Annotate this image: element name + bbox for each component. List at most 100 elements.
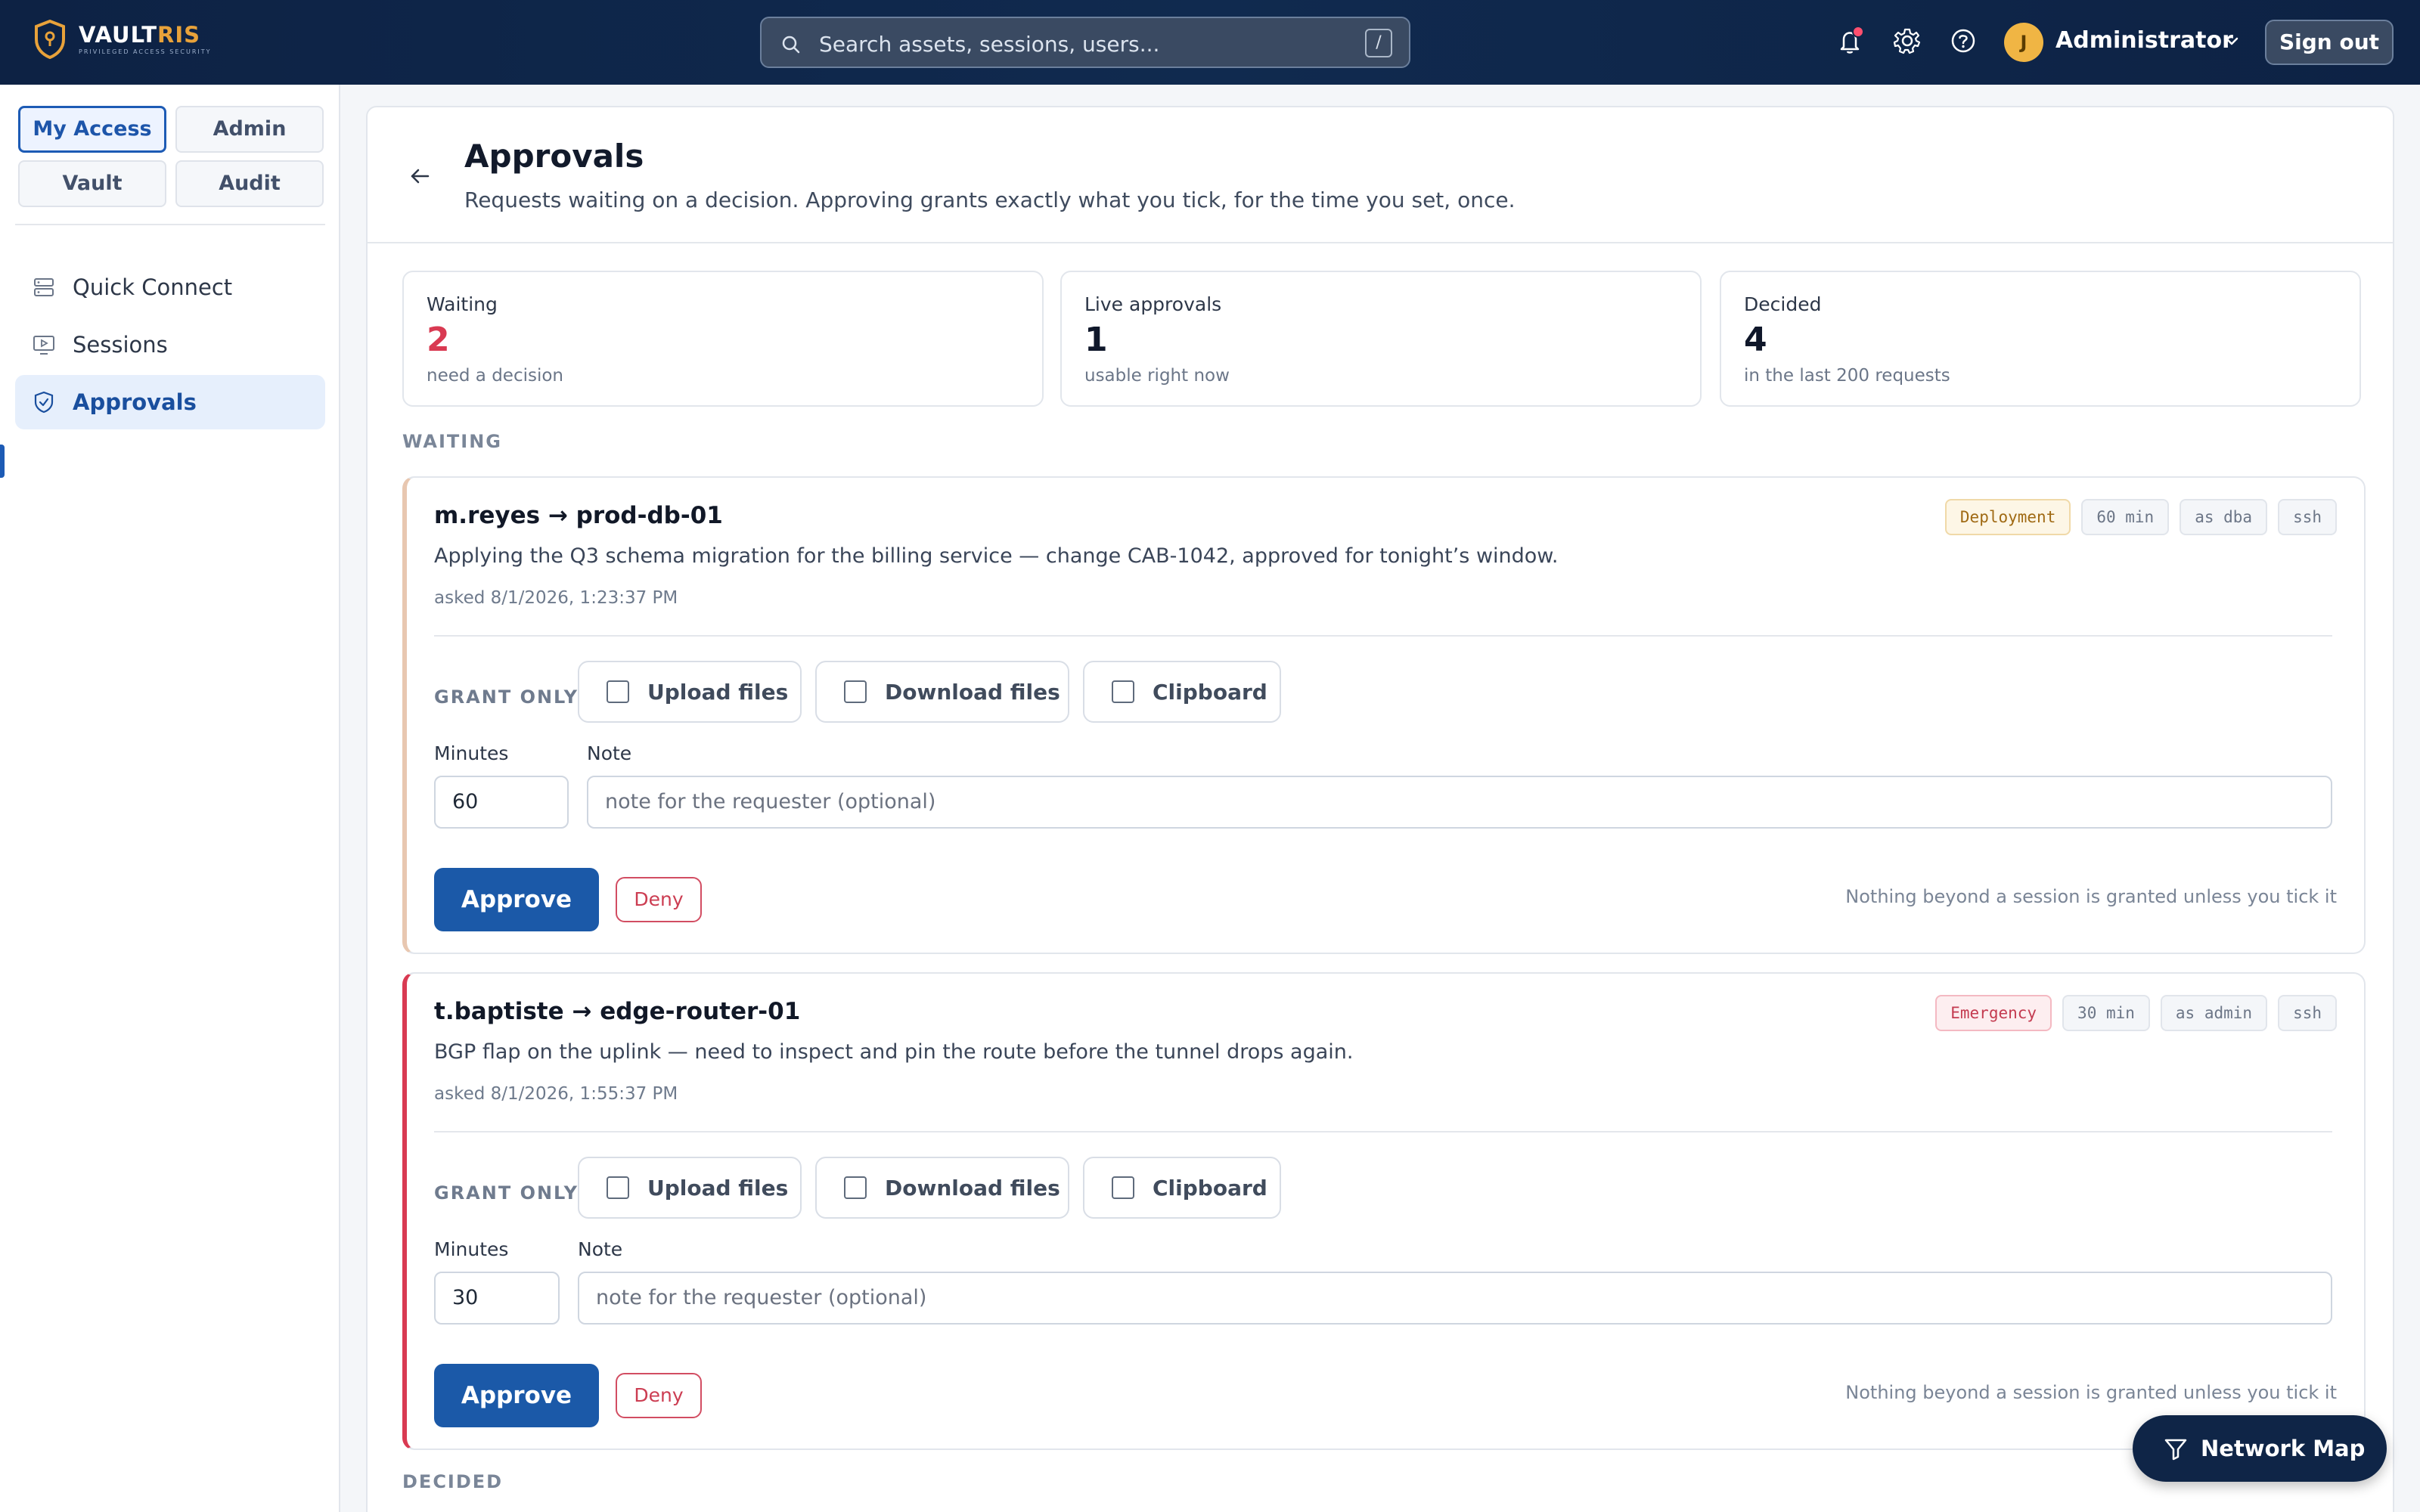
role-badge: as dba: [2180, 499, 2268, 535]
sidebar-item-quick-connect[interactable]: Quick Connect: [15, 260, 325, 314]
notification-dot: [1852, 26, 1864, 38]
checkbox[interactable]: [1112, 680, 1134, 703]
stat-card-live-approvals: Live approvals 1 usable right now: [1060, 271, 1702, 407]
checkbox-label: Clipboard: [1153, 1175, 1267, 1201]
grant-upload-checkbox[interactable]: Upload files: [578, 1157, 802, 1219]
request-reason: BGP flap on the uplink — need to inspect…: [434, 1040, 1354, 1064]
request-title: t.baptiste → edge-router-01: [434, 998, 801, 1025]
stat-value: 1: [1084, 321, 1108, 359]
request-badges: Emergency 30 min as admin ssh: [1935, 995, 2337, 1031]
sidebar-item-sessions[interactable]: Sessions: [15, 318, 325, 372]
stat-caption: need a decision: [427, 366, 564, 386]
shield-check-icon: [30, 389, 57, 416]
server-icon: [30, 274, 57, 301]
minutes-input[interactable]: 60: [434, 776, 569, 829]
request-card: t.baptiste → edge-router-01 Emergency 30…: [402, 972, 2366, 1450]
stat-label: Waiting: [427, 293, 498, 315]
segment-my-access[interactable]: My Access: [18, 106, 166, 153]
stat-card-decided: Decided 4 in the last 200 requests: [1720, 271, 2361, 407]
brand-logo[interactable]: VAULTRIS PRIVILEGED ACCESS SECURITY: [33, 20, 212, 59]
checkbox-label: Upload files: [647, 1175, 789, 1201]
back-arrow-icon[interactable]: [408, 165, 431, 187]
stat-label: Decided: [1744, 293, 1822, 315]
checkbox-label: Download files: [885, 1175, 1060, 1201]
segment-vault[interactable]: Vault: [18, 160, 166, 207]
segment-admin[interactable]: Admin: [175, 106, 324, 153]
request-reason: Applying the Q3 schema migration for the…: [434, 544, 1559, 568]
shield-logo-icon: [35, 20, 65, 59]
checkbox[interactable]: [607, 680, 629, 703]
note-input[interactable]: note for the requester (optional): [587, 776, 2332, 829]
stat-card-waiting: Waiting 2 need a decision: [402, 271, 1044, 407]
minutes-label: Minutes: [434, 1238, 509, 1260]
global-search[interactable]: Search assets, sessions, users... /: [760, 17, 1410, 68]
network-filter-icon: [2164, 1439, 2187, 1461]
stat-value: 4: [1744, 321, 1767, 359]
stat-caption: usable right now: [1084, 366, 1230, 386]
deny-button[interactable]: Deny: [616, 877, 702, 922]
duration-badge: 60 min: [2081, 499, 2170, 535]
minutes-input[interactable]: 30: [434, 1272, 560, 1325]
brand-name: VAULTRIS: [79, 22, 201, 48]
request-badges: Deployment 60 min as dba ssh: [1944, 499, 2337, 535]
protocol-badge: ssh: [2278, 499, 2337, 535]
grant-upload-checkbox[interactable]: Upload files: [578, 661, 802, 723]
search-shortcut-hint: /: [1365, 29, 1392, 57]
reason-badge: Deployment: [1944, 499, 2071, 535]
active-nav-indicator: [0, 445, 5, 478]
stat-label: Live approvals: [1084, 293, 1222, 315]
checkbox-label: Clipboard: [1153, 679, 1267, 705]
approvals-panel: Approvals Requests waiting on a decision…: [366, 106, 2394, 1512]
section-heading-decided: DECIDED: [402, 1471, 504, 1492]
checkbox[interactable]: [1112, 1176, 1134, 1199]
network-map-button[interactable]: Network Map: [2133, 1415, 2387, 1482]
section-heading-waiting: WAITING: [402, 431, 502, 452]
request-card: m.reyes → prod-db-01 Deployment 60 min a…: [402, 476, 2366, 954]
card-divider: [434, 1131, 2332, 1132]
checkbox[interactable]: [607, 1176, 629, 1199]
note-input[interactable]: note for the requester (optional): [578, 1272, 2332, 1325]
stat-value: 2: [427, 321, 450, 359]
note-label: Note: [578, 1238, 623, 1260]
protocol-badge: ssh: [2278, 995, 2337, 1031]
stat-caption: in the last 200 requests: [1744, 366, 1950, 386]
sidebar-item-label: Approvals: [73, 389, 197, 415]
checkbox[interactable]: [844, 680, 867, 703]
checkbox[interactable]: [844, 1176, 867, 1199]
help-icon[interactable]: [1950, 27, 1977, 54]
grant-clipboard-checkbox[interactable]: Clipboard: [1083, 661, 1281, 723]
chevron-down-icon[interactable]: [2223, 33, 2240, 50]
card-divider: [434, 635, 2332, 637]
role-badge: as admin: [2160, 995, 2268, 1031]
grant-only-label: GRANT ONLY: [434, 1182, 579, 1204]
search-icon: [782, 36, 800, 54]
sidebar-item-approvals[interactable]: Approvals: [15, 375, 325, 429]
sidebar-divider: [15, 224, 325, 225]
request-timestamp: asked 8/1/2026, 1:55:37 PM: [434, 1084, 678, 1104]
approve-button[interactable]: Approve: [434, 868, 599, 931]
grant-hint: Nothing beyond a session is granted unle…: [1845, 886, 2337, 907]
brand-tagline: PRIVILEGED ACCESS SECURITY: [79, 48, 212, 55]
sidebar-item-label: Sessions: [73, 332, 168, 358]
approve-button[interactable]: Approve: [434, 1364, 599, 1427]
sign-out-button[interactable]: Sign out: [2265, 20, 2394, 65]
header-divider: [368, 242, 2393, 243]
grant-download-checkbox[interactable]: Download files: [815, 661, 1069, 723]
request-timestamp: asked 8/1/2026, 1:23:37 PM: [434, 588, 678, 608]
user-avatar[interactable]: J: [2004, 23, 2043, 62]
grant-only-label: GRANT ONLY: [434, 686, 579, 708]
page-subtitle: Requests waiting on a decision. Approvin…: [464, 187, 1516, 212]
search-input[interactable]: Search assets, sessions, users...: [819, 32, 1159, 57]
deny-button[interactable]: Deny: [616, 1373, 702, 1418]
grant-clipboard-checkbox[interactable]: Clipboard: [1083, 1157, 1281, 1219]
reason-badge: Emergency: [1935, 995, 2052, 1031]
sidebar-item-label: Quick Connect: [73, 274, 233, 300]
checkbox-label: Download files: [885, 679, 1060, 705]
grant-hint: Nothing beyond a session is granted unle…: [1845, 1382, 2337, 1403]
grant-download-checkbox[interactable]: Download files: [815, 1157, 1069, 1219]
monitor-icon: [30, 331, 57, 358]
user-menu-name[interactable]: Administrator: [2055, 27, 2233, 54]
segment-audit[interactable]: Audit: [175, 160, 324, 207]
request-title: m.reyes → prod-db-01: [434, 502, 723, 529]
settings-gear-icon[interactable]: [1892, 26, 1922, 56]
